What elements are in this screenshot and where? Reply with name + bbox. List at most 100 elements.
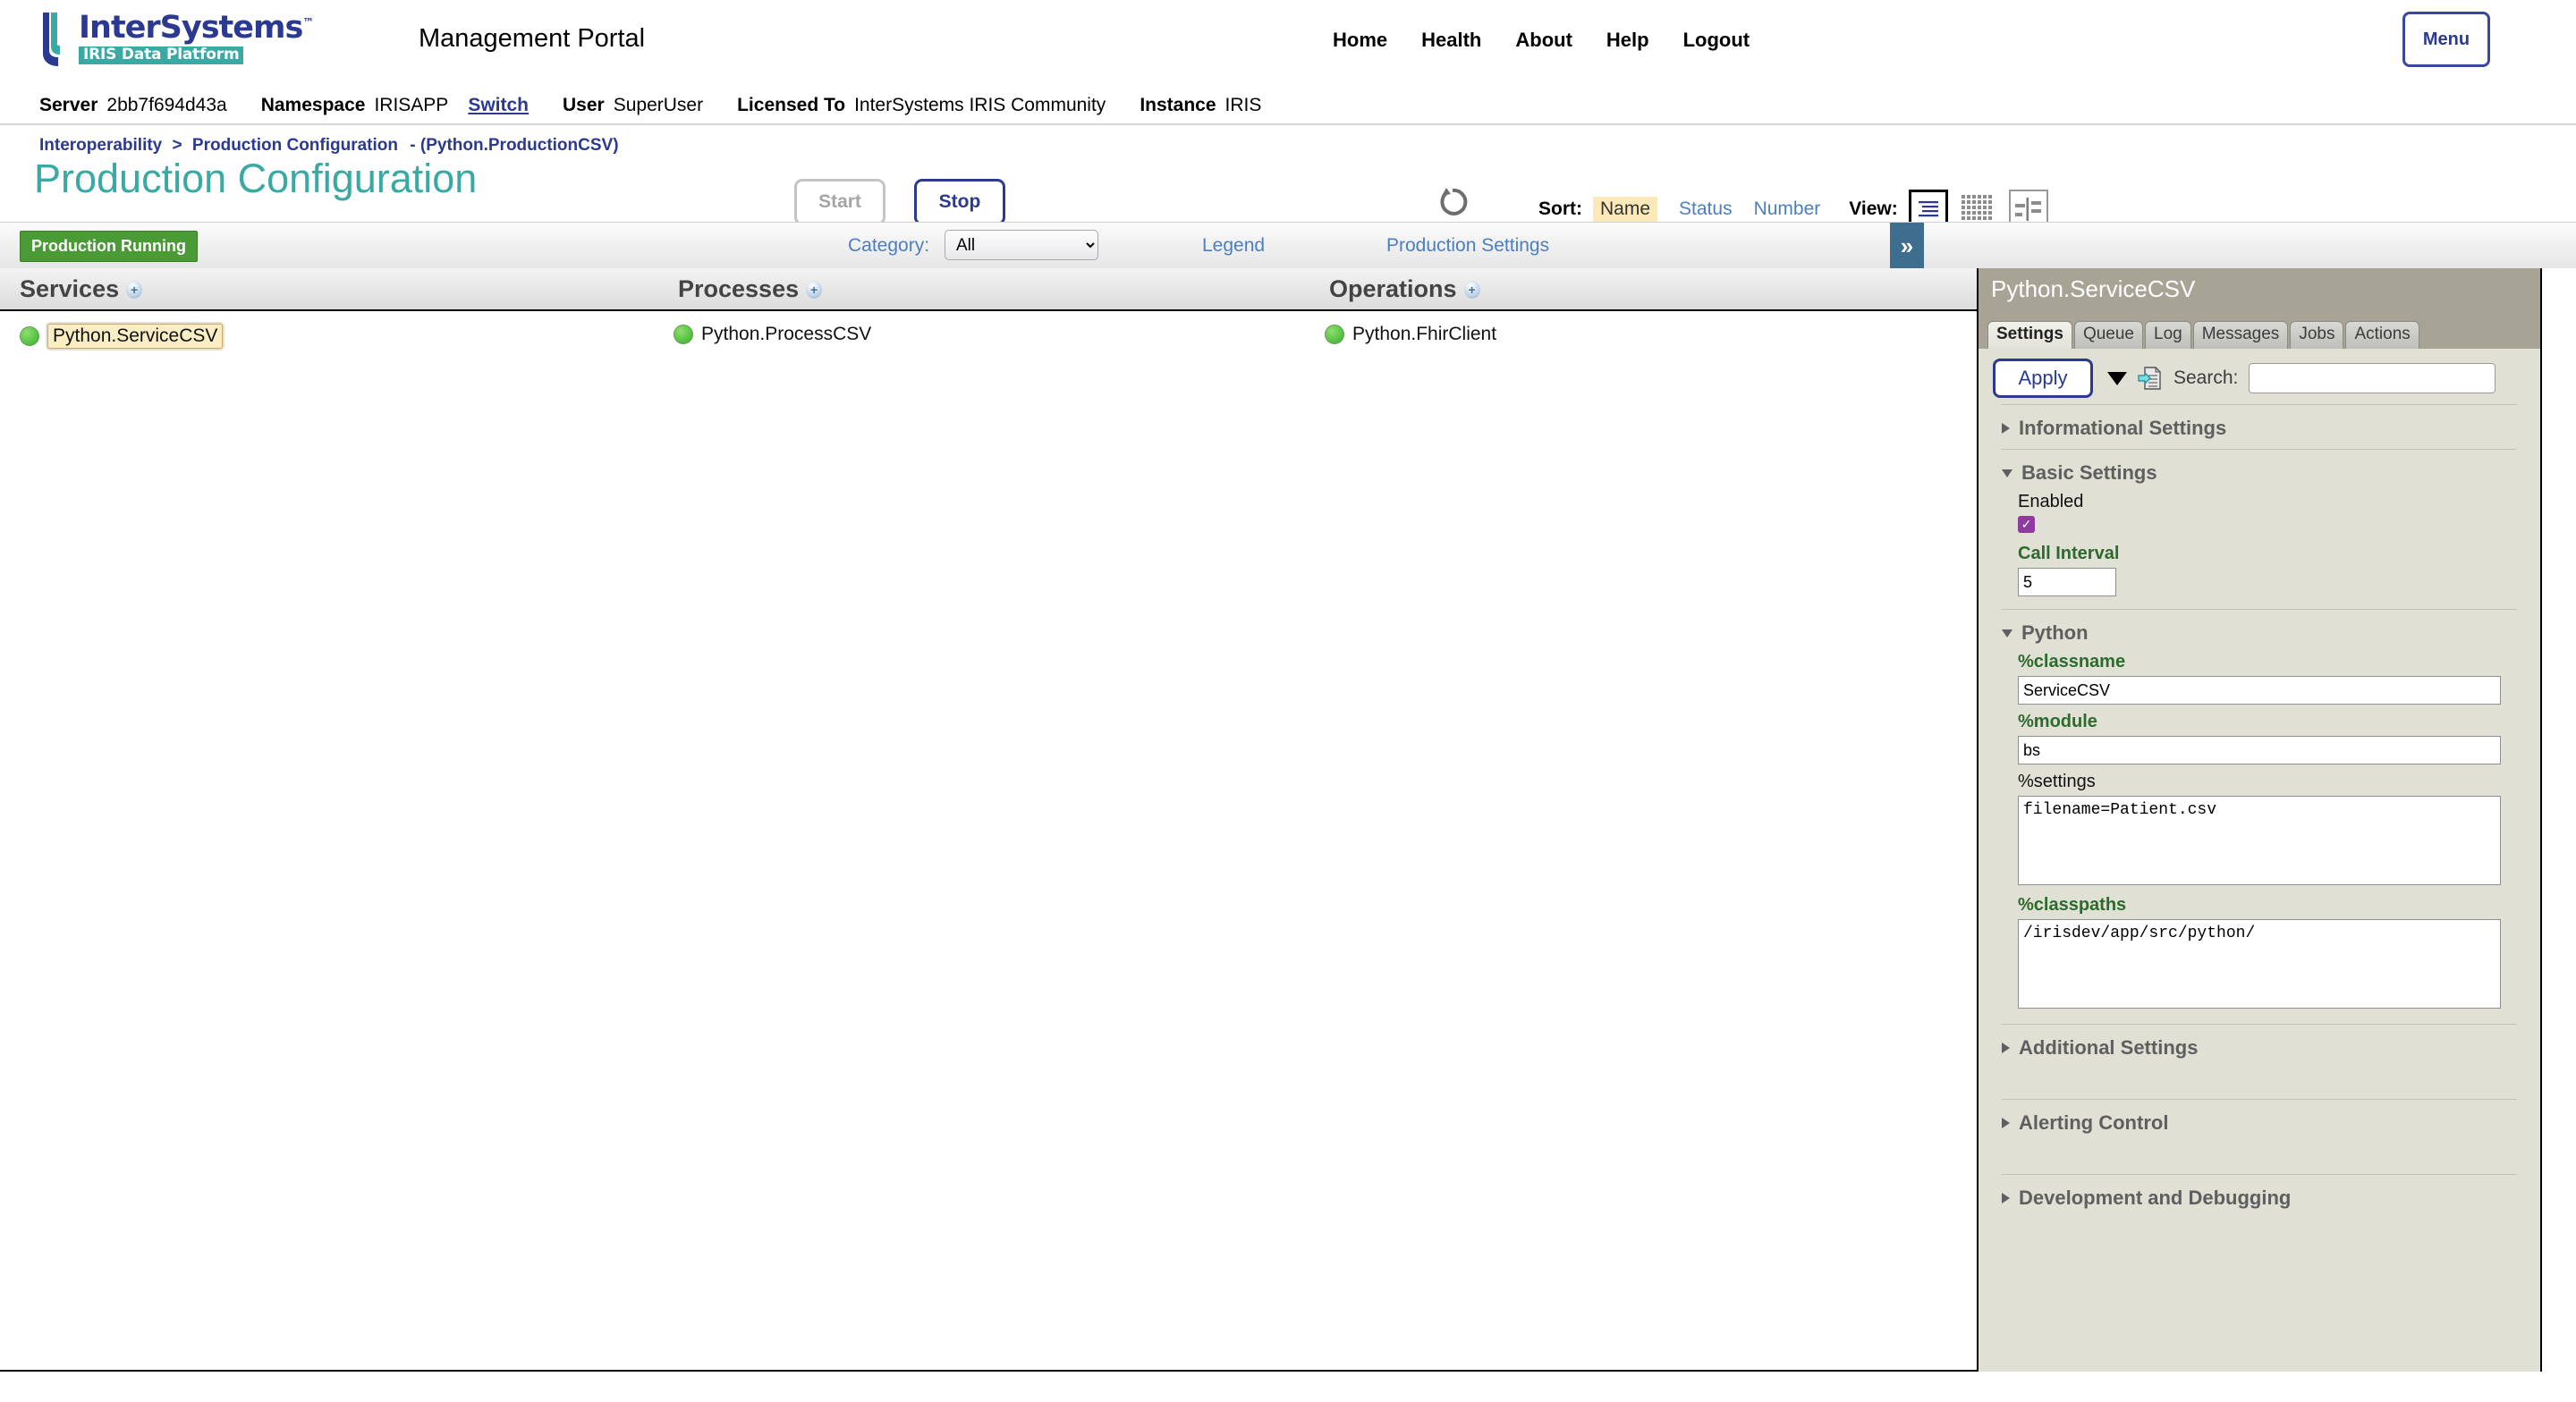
category-select[interactable]: All xyxy=(945,230,1098,260)
operation-item-label[interactable]: Python.FhirClient xyxy=(1352,324,1496,345)
sort-option-number[interactable]: Number xyxy=(1754,198,1821,220)
tab-log[interactable]: Log xyxy=(2145,321,2191,349)
section-informational-settings[interactable]: Informational Settings xyxy=(1979,405,2540,443)
server-value: 2bb7f694d43a xyxy=(106,95,227,115)
iris-logo-icon xyxy=(39,11,70,68)
management-portal-title: Management Portal xyxy=(419,24,646,53)
python-settings-fields: %classname %module %settings filename=Pa… xyxy=(1979,648,2540,1018)
menu-button[interactable]: Menu xyxy=(2402,12,2490,67)
section-python[interactable]: Python xyxy=(1979,610,2540,648)
add-service-plus-icon[interactable]: + xyxy=(126,280,143,299)
classpaths-textarea[interactable]: /irisdev/app/src/python/ xyxy=(2018,919,2501,1009)
tab-messages[interactable]: Messages xyxy=(2192,321,2289,349)
chevron-down-icon xyxy=(2002,629,2012,638)
user-label: User xyxy=(563,95,605,115)
nav-home[interactable]: Home xyxy=(1333,29,1387,52)
classpaths-label: %classpaths xyxy=(2018,895,2127,915)
settings-label: %settings xyxy=(2018,772,2096,791)
licensed-to-value: InterSystems IRIS Community xyxy=(854,95,1106,115)
chevron-down-icon xyxy=(2002,469,2012,477)
tab-settings[interactable]: Settings xyxy=(1987,321,2072,349)
top-header-bar: InterSystems™ IRIS Data Platform Managem… xyxy=(0,0,2576,88)
licensed-to-label: Licensed To xyxy=(737,95,846,115)
nav-health[interactable]: Health xyxy=(1421,29,1481,52)
breadcrumb-interoperability[interactable]: Interoperability xyxy=(39,136,162,155)
user-value: SuperUser xyxy=(613,95,704,115)
status-dot-icon xyxy=(20,326,39,346)
logo-trademark: ™ xyxy=(302,16,314,30)
namespace-label: Namespace xyxy=(260,95,366,115)
enabled-checkbox[interactable]: ✓ xyxy=(2018,516,2035,533)
page-title: Production Configuration xyxy=(34,156,478,201)
breadcrumb-separator: > xyxy=(172,136,182,155)
list-item[interactable]: Python.ServiceCSV xyxy=(20,324,224,349)
add-process-plus-icon[interactable]: + xyxy=(806,280,823,299)
refresh-icon[interactable] xyxy=(1436,186,1469,218)
section-basic-settings[interactable]: Basic Settings xyxy=(1979,450,2540,488)
add-operation-plus-icon[interactable]: + xyxy=(1463,280,1480,299)
sort-label: Sort: xyxy=(1538,198,1582,219)
start-button[interactable]: Start xyxy=(794,179,886,225)
sort-option-status[interactable]: Status xyxy=(1679,198,1733,220)
enabled-label: Enabled xyxy=(2018,492,2084,511)
apply-toolbar: Apply Search: xyxy=(1979,349,2540,399)
column-header-operations: Operations + xyxy=(1329,275,1480,303)
column-header-processes: Processes + xyxy=(678,275,823,303)
chevron-right-icon xyxy=(2002,1043,2010,1053)
service-item-label[interactable]: Python.ServiceCSV xyxy=(47,324,224,349)
section-label: Alerting Control xyxy=(2019,1111,2169,1134)
category-toolbar: Production Running Category: All Legend … xyxy=(0,222,2576,269)
document-export-icon[interactable] xyxy=(2138,366,2162,391)
settings-panel-body: Apply Search: Informational Settings Bas… xyxy=(1979,349,2540,1372)
switch-namespace-link[interactable]: Switch xyxy=(468,95,529,116)
status-dot-icon xyxy=(674,325,693,344)
intersystems-logo[interactable]: InterSystems™ IRIS Data Platform xyxy=(39,11,314,68)
classname-label: %classname xyxy=(2018,652,2126,671)
tab-queue[interactable]: Queue xyxy=(2073,321,2143,349)
nav-logout[interactable]: Logout xyxy=(1683,29,1750,52)
classname-input[interactable] xyxy=(2018,676,2501,705)
section-label: Basic Settings xyxy=(2021,461,2157,484)
nav-about[interactable]: About xyxy=(1515,29,1572,52)
list-item[interactable]: Python.FhirClient xyxy=(1325,324,1496,345)
breadcrumb-production-name: - (Python.ProductionCSV) xyxy=(410,136,619,155)
chevron-right-icon xyxy=(2002,1193,2010,1204)
namespace-value: IRISAPP xyxy=(374,95,449,115)
column-title-processes: Processes xyxy=(678,275,800,302)
apply-button[interactable]: Apply xyxy=(1993,359,2093,398)
breadcrumb-production-configuration[interactable]: Production Configuration xyxy=(192,136,398,155)
tab-actions[interactable]: Actions xyxy=(2345,321,2419,349)
logo-subtitle: IRIS Data Platform xyxy=(79,46,244,64)
tab-jobs[interactable]: Jobs xyxy=(2290,321,2344,349)
top-navigation: Home Health About Help Logout xyxy=(1333,29,1750,52)
process-item-label[interactable]: Python.ProcessCSV xyxy=(701,324,871,345)
chevron-down-icon[interactable] xyxy=(2107,371,2127,385)
section-label: Python xyxy=(2021,621,2089,644)
settings-panel: Python.ServiceCSV Settings Queue Log Mes… xyxy=(1979,268,2542,1372)
settings-textarea[interactable]: filename=Patient.csv xyxy=(2018,796,2501,885)
section-label: Informational Settings xyxy=(2019,417,2227,439)
search-input[interactable] xyxy=(2249,363,2496,393)
expand-panel-chevron-icon[interactable]: » xyxy=(1890,223,1924,269)
context-info-bar: Server 2bb7f694d43a Namespace IRISAPP Sw… xyxy=(0,88,2576,123)
call-interval-input[interactable] xyxy=(2018,568,2116,596)
module-label: %module xyxy=(2018,712,2097,731)
section-alerting-control[interactable]: Alerting Control xyxy=(1979,1100,2540,1138)
list-item[interactable]: Python.ProcessCSV xyxy=(674,324,871,345)
instance-value: IRIS xyxy=(1224,95,1262,115)
main-content-area: Services + Processes + Operations + Pyth… xyxy=(0,268,2576,1372)
module-input[interactable] xyxy=(2018,736,2501,764)
section-development-and-debugging[interactable]: Development and Debugging xyxy=(1979,1175,2540,1213)
page-title-row: Interoperability > Production Configurat… xyxy=(0,125,2576,222)
stop-button[interactable]: Stop xyxy=(914,179,1005,225)
legend-link[interactable]: Legend xyxy=(1202,235,1265,257)
sort-option-name[interactable]: Name xyxy=(1593,197,1658,222)
section-additional-settings[interactable]: Additional Settings xyxy=(1979,1025,2540,1063)
column-headers-row: Services + Processes + Operations + xyxy=(0,268,1977,311)
nav-help[interactable]: Help xyxy=(1606,29,1649,52)
category-label: Category: xyxy=(848,235,930,256)
chevron-right-icon xyxy=(2002,423,2010,434)
production-settings-link[interactable]: Production Settings xyxy=(1386,235,1549,257)
